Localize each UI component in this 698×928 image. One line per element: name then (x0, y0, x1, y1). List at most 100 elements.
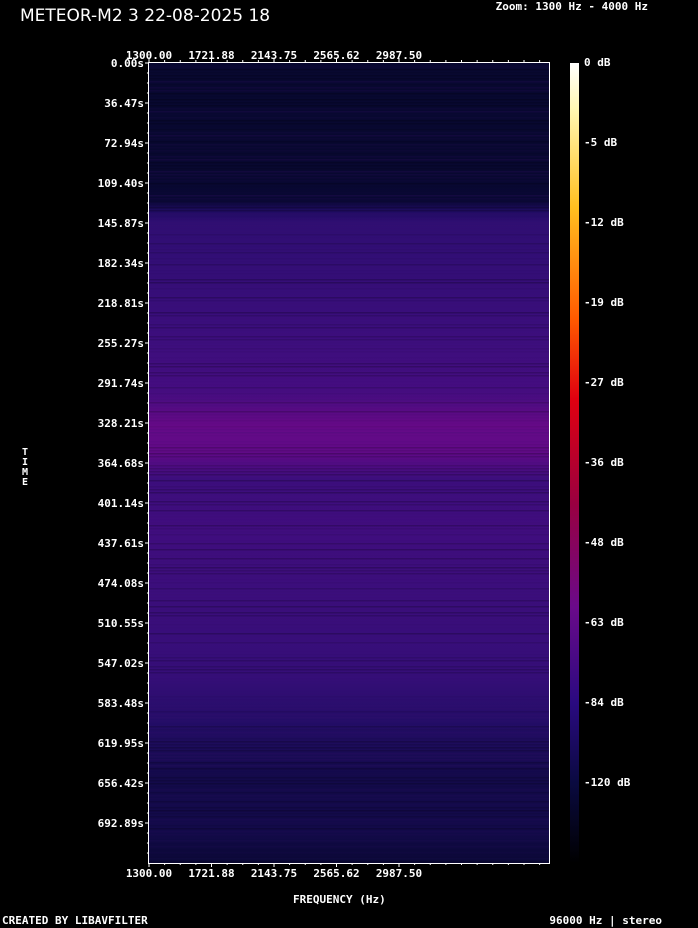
spectrogram-row (149, 483, 549, 485)
spectrogram-row (149, 339, 549, 341)
y-tick-label: 437.61s (98, 537, 144, 550)
spectrogram-plot-area (148, 62, 550, 864)
spectrogram-row (149, 267, 549, 269)
spectrogram-row (149, 282, 549, 284)
spectrogram-row (149, 858, 549, 860)
spectrogram-row (149, 348, 549, 350)
spectrogram-row (149, 468, 549, 470)
spectrogram-row (149, 150, 549, 152)
spectrogram-row (149, 402, 549, 404)
spectrogram-row (149, 69, 549, 71)
spectrogram-row (149, 651, 549, 653)
spectrogram-row (149, 411, 549, 413)
spectrogram-row (149, 207, 549, 209)
spectrogram-row (149, 834, 549, 836)
spectrogram-row (149, 762, 549, 764)
spectrogram-row (149, 768, 549, 770)
spectrogram-row (149, 342, 549, 344)
spectrogram-row (149, 366, 549, 368)
colorbar-label: -27 dB (584, 376, 624, 389)
spectrogram-row (149, 741, 549, 743)
spectrogram-row (149, 687, 549, 689)
spectrogram-row (149, 444, 549, 446)
spectrogram-row (149, 153, 549, 155)
spectrogram-row (149, 735, 549, 737)
spectrogram-row (149, 384, 549, 386)
spectrogram-row (149, 321, 549, 323)
spectrogram-row (149, 219, 549, 221)
spectrogram-row (149, 123, 549, 125)
colorbar-label: 0 dB (584, 56, 611, 69)
colorbar: 0 dB -5 dB -12 dB -19 dB -27 dB -36 dB -48 dB -… (570, 56, 631, 863)
spectrogram-row (149, 546, 549, 548)
spectrogram-row (149, 813, 549, 815)
spectrogram-row (149, 177, 549, 179)
y-tick-label: 218.81s (98, 297, 144, 310)
spectrogram-row (149, 279, 549, 281)
spectrogram-row (149, 780, 549, 782)
colorbar-scale (570, 63, 579, 863)
spectrogram-row (149, 273, 549, 275)
y-tick-label: 510.55s (98, 617, 144, 630)
spectrogram-row (149, 132, 549, 134)
spectrogram-row (149, 351, 549, 353)
spectrogram-row (149, 201, 549, 203)
spectrogram-row (149, 480, 549, 482)
spectrogram-row (149, 849, 549, 851)
spectrogram-row (149, 306, 549, 308)
spectrogram-row (149, 228, 549, 230)
spectrogram-row (149, 213, 549, 215)
spectrogram-row (149, 159, 549, 161)
spectrogram-row (149, 810, 549, 812)
spectrogram-row (149, 675, 549, 677)
spectrogram-row (149, 585, 549, 587)
spectrogram-row (149, 750, 549, 752)
spectrogram-row (149, 657, 549, 659)
spectrogram-row (149, 246, 549, 248)
spectrogram-row (149, 324, 549, 326)
spectrogram-row (149, 210, 549, 212)
spectrogram-row (149, 162, 549, 164)
spectrogram-row (149, 615, 549, 617)
spectrogram-row (149, 603, 549, 605)
spectrogram-row (149, 180, 549, 182)
spectrogram-row (149, 786, 549, 788)
spectrogram-row (149, 141, 549, 143)
spectrogram-row (149, 264, 549, 266)
spectrogram-row (149, 837, 549, 839)
spectrogram-row (149, 99, 549, 101)
spectrogram-row (149, 828, 549, 830)
spectrogram-row (149, 216, 549, 218)
spectrogram-row (149, 606, 549, 608)
y-tick-label: 36.47s (104, 97, 144, 110)
spectrogram-row (149, 798, 549, 800)
spectrogram-row (149, 156, 549, 158)
spectrogram-row (149, 654, 549, 656)
y-tick-label: 182.34s (98, 257, 144, 270)
spectrogram-row (149, 672, 549, 674)
spectrogram-row (149, 138, 549, 140)
spectrogram-row (149, 252, 549, 254)
spectrogram-row (149, 450, 549, 452)
spectrogram-row (149, 567, 549, 569)
spectrogram-row (149, 303, 549, 305)
spectrogram-row (149, 66, 549, 68)
spectrogram-row (149, 249, 549, 251)
spectrogram-row (149, 570, 549, 572)
spectrogram-row (149, 516, 549, 518)
y-tick-label: 291.74s (98, 377, 144, 390)
spectrogram-row (149, 438, 549, 440)
y-tick-label: 255.27s (98, 337, 144, 350)
spectrogram-row (149, 549, 549, 551)
spectrogram-row (149, 843, 549, 845)
spectrogram-row (149, 639, 549, 641)
spectrogram-row (149, 315, 549, 317)
spectrogram-row (149, 105, 549, 107)
colorbar-label: -48 dB (584, 536, 624, 549)
spectrogram-row (149, 426, 549, 428)
spectrogram-row (149, 432, 549, 434)
spectrogram-row (149, 459, 549, 461)
spectrogram-row (149, 507, 549, 509)
spectrogram-row (149, 579, 549, 581)
spectrogram-row (149, 738, 549, 740)
